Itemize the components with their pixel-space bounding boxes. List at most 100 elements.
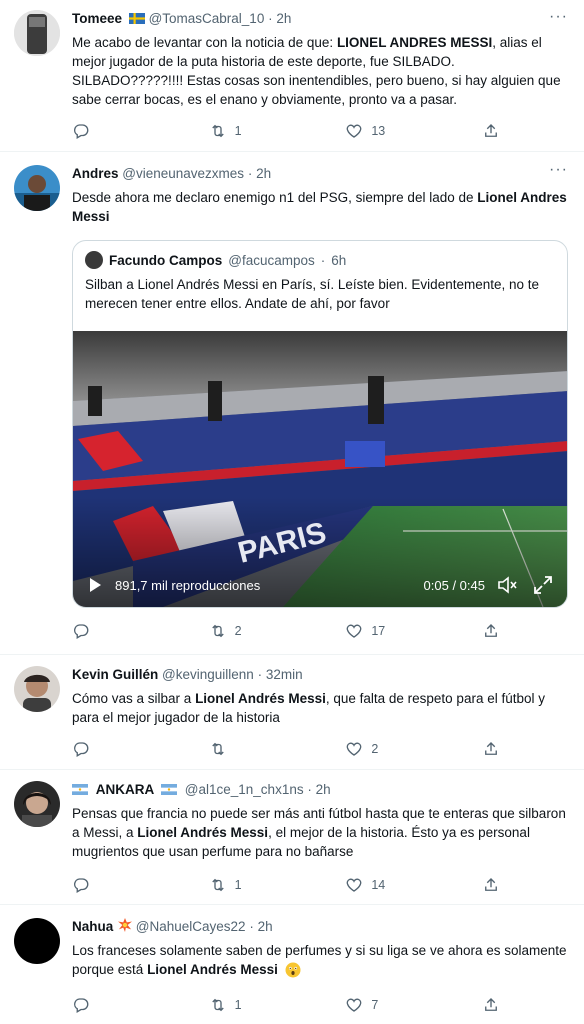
- tweet-header: Kevin Guillén @kevinguillenn · 32min: [72, 667, 303, 682]
- heart-icon: [345, 740, 363, 758]
- tweet[interactable]: Kevin Guillén @kevinguillenn · 32min Cóm…: [0, 656, 584, 770]
- tweet-text: Desde ahora me declaro enemigo n1 del PS…: [72, 190, 567, 224]
- heart-icon: [345, 876, 363, 894]
- timestamp[interactable]: 2h: [316, 782, 331, 797]
- retweet-count: 2: [234, 624, 242, 638]
- tweet[interactable]: Nahua @NahuelCayes22 · 2h Los franceses …: [0, 906, 584, 1024]
- quoted-tweet[interactable]: Facundo Campos @facucampos · 6h Silban a…: [72, 240, 568, 608]
- display-name[interactable]: ANKARA: [96, 782, 155, 797]
- heart-icon: [345, 622, 363, 640]
- handle[interactable]: @vieneunavezxmes: [122, 166, 244, 181]
- reply-button[interactable]: [72, 875, 142, 895]
- collision-emoji-icon: [118, 918, 133, 932]
- handle[interactable]: @kevinguillenn: [162, 667, 254, 682]
- reply-button[interactable]: [72, 995, 142, 1015]
- retweet-button[interactable]: [209, 739, 279, 759]
- reply-button[interactable]: [72, 739, 142, 759]
- reply-icon: [72, 622, 90, 640]
- timestamp[interactable]: 32min: [266, 667, 303, 682]
- share-button[interactable]: [482, 875, 502, 895]
- share-button[interactable]: [482, 995, 502, 1015]
- timestamp[interactable]: 2h: [258, 919, 273, 934]
- timestamp[interactable]: 6h: [331, 253, 346, 268]
- display-name[interactable]: Facundo Campos: [109, 253, 222, 268]
- handle[interactable]: @al1ce_1n_chx1ns: [185, 782, 304, 797]
- handle[interactable]: @NahuelCayes22: [136, 919, 246, 934]
- argentina-flag-icon: [72, 784, 88, 795]
- display-name[interactable]: Kevin Guillén: [72, 667, 158, 682]
- like-button[interactable]: 7: [345, 995, 415, 1015]
- tweet-text: Los franceses solamente saben de perfume…: [72, 943, 567, 978]
- like-button[interactable]: 2: [345, 739, 415, 759]
- tweet-header: Andres @vieneunavezxmes · 2h: [72, 166, 272, 181]
- sweden-flag-icon: [128, 13, 145, 24]
- tweet-text: Cómo vas a silbar a Lionel Andrés Messi,…: [72, 691, 545, 725]
- share-button[interactable]: [482, 121, 502, 141]
- tweet-text: Me acabo de levantar con la noticia de q…: [72, 35, 561, 107]
- share-icon: [482, 740, 500, 758]
- more-icon[interactable]: ···: [549, 8, 568, 26]
- reply-button[interactable]: [72, 621, 142, 641]
- like-count: 17: [371, 624, 386, 638]
- retweet-icon: [209, 622, 227, 640]
- share-icon: [482, 876, 500, 894]
- avatar[interactable]: [14, 10, 60, 56]
- video-controls: 891,7 mil reproducciones 0:05 / 0:45: [73, 563, 567, 607]
- retweet-button[interactable]: 1: [209, 995, 279, 1015]
- tweet[interactable]: ANKARA @al1ce_1n_chx1ns · 2h Pensas que …: [0, 771, 584, 905]
- handle[interactable]: @TomasCabral_10: [149, 11, 265, 26]
- avatar[interactable]: [14, 666, 60, 712]
- tweet-actions: 2: [72, 739, 502, 759]
- reply-icon: [72, 996, 90, 1014]
- like-count: 13: [371, 124, 386, 138]
- avatar[interactable]: [14, 165, 60, 211]
- display-name[interactable]: Nahua: [72, 919, 113, 934]
- display-name[interactable]: Andres: [72, 166, 119, 181]
- reply-icon: [72, 122, 90, 140]
- tweet-actions: 1 14: [72, 875, 502, 895]
- like-button[interactable]: 13: [345, 121, 415, 141]
- reply-icon: [72, 740, 90, 758]
- share-button[interactable]: [482, 621, 502, 641]
- tweet-actions: 1 13: [72, 121, 502, 141]
- mute-icon[interactable]: [497, 576, 517, 594]
- retweet-count: 1: [234, 124, 242, 138]
- display-name[interactable]: Tomeee: [72, 11, 122, 26]
- avatar[interactable]: [14, 918, 60, 964]
- fullscreen-icon[interactable]: [533, 575, 553, 595]
- like-count: 2: [371, 742, 379, 756]
- heart-icon: [345, 122, 363, 140]
- retweet-button[interactable]: 2: [209, 621, 279, 641]
- handle[interactable]: @facucampos: [228, 253, 315, 268]
- tweet[interactable]: Tomeee @TomasCabral_10 · 2h Me acabo de …: [0, 0, 584, 152]
- avatar[interactable]: [14, 781, 60, 827]
- retweet-icon: [209, 876, 227, 894]
- view-count: 891,7 mil reproducciones: [115, 577, 261, 593]
- like-button[interactable]: 14: [345, 875, 415, 895]
- tweet-actions: 2 17: [72, 621, 502, 641]
- reply-button[interactable]: [72, 121, 142, 141]
- like-button[interactable]: 17: [345, 621, 415, 641]
- like-count: 7: [371, 998, 379, 1012]
- retweet-button[interactable]: 1: [209, 121, 279, 141]
- avatar[interactable]: [85, 251, 103, 269]
- retweet-count: 1: [234, 878, 242, 892]
- heart-icon: [345, 996, 363, 1014]
- like-count: 14: [371, 878, 386, 892]
- retweet-icon: [209, 740, 227, 758]
- astonished-face-emoji-icon: [285, 962, 301, 978]
- retweet-count: 1: [234, 998, 242, 1012]
- share-button[interactable]: [482, 739, 502, 759]
- retweet-button[interactable]: 1: [209, 875, 279, 895]
- tweet-actions: 1 7: [72, 995, 502, 1015]
- timestamp[interactable]: 2h: [256, 166, 271, 181]
- retweet-icon: [209, 996, 227, 1014]
- tweet-header: ANKARA @al1ce_1n_chx1ns · 2h: [72, 781, 568, 799]
- play-icon[interactable]: [87, 577, 103, 593]
- share-icon: [482, 122, 500, 140]
- timestamp[interactable]: 2h: [276, 11, 291, 26]
- tweet[interactable]: Andres @vieneunavezxmes · 2h Desde ahora…: [0, 153, 584, 655]
- video-player[interactable]: PARIS 891,7 mil reproducciones 0:05 / 0:…: [73, 331, 567, 607]
- more-icon[interactable]: ···: [549, 161, 568, 179]
- tweet-header: Tomeee @TomasCabral_10 · 2h: [72, 11, 292, 26]
